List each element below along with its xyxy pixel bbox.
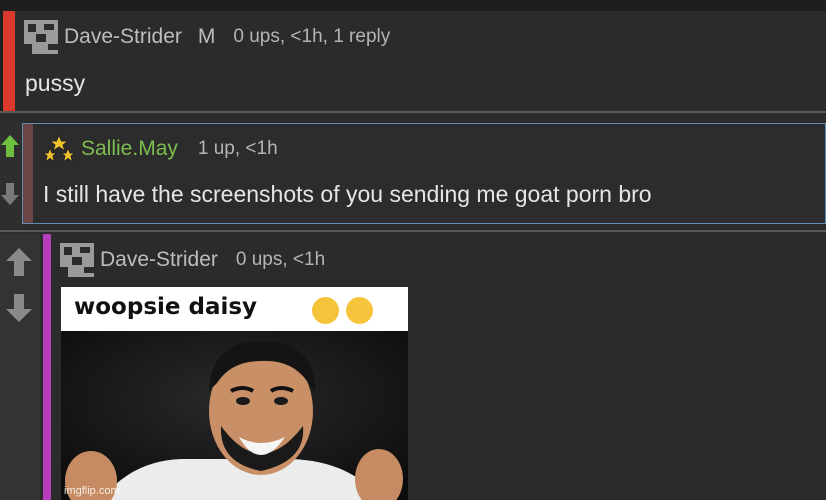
username[interactable]: Dave-Strider	[100, 248, 218, 272]
arrow-down-icon[interactable]	[5, 292, 33, 324]
pixel-avatar-icon[interactable]	[60, 243, 94, 277]
tears-of-joy-emoji-icon	[346, 297, 373, 324]
comment-depth-bar	[3, 11, 15, 111]
meme-caption-bar: woopsie daisy	[61, 287, 408, 331]
comment-depth-bar	[43, 234, 51, 500]
photo-man-smiling	[61, 331, 408, 500]
user-flag: M	[197, 25, 216, 48]
comment-text: I still have the screenshots of you send…	[43, 181, 652, 207]
comment-text: pussy	[25, 70, 86, 96]
username[interactable]: Sallie.May	[81, 137, 178, 161]
meme-image[interactable]: woopsie daisy imgflip.com	[61, 287, 408, 500]
comment-header: Sallie.May 1 up, <1h	[43, 134, 278, 164]
comment-header: Dave-Strider M 0 ups, <1h, 1 reply	[24, 20, 390, 54]
meme-caption: woopsie daisy	[74, 294, 258, 320]
divider	[0, 111, 826, 113]
pixel-avatar-icon[interactable]	[24, 20, 58, 54]
comment-meta: 0 ups, <1h, 1 reply	[233, 26, 391, 47]
top-bar	[0, 0, 826, 11]
username[interactable]: Dave-Strider	[64, 25, 182, 49]
comment-1: Dave-Strider M 0 ups, <1h, 1 reply pussy	[0, 11, 826, 111]
comment-depth-bar	[23, 124, 33, 223]
arrow-down-icon[interactable]	[0, 181, 20, 207]
arrow-up-icon[interactable]	[5, 246, 33, 278]
arrow-up-icon[interactable]	[0, 133, 20, 159]
comment-card: Sallie.May 1 up, <1h I still have the sc…	[22, 123, 826, 224]
stars-rank-icon	[43, 134, 75, 164]
comment-2: Sallie.May 1 up, <1h I still have the sc…	[0, 121, 826, 228]
divider	[0, 230, 826, 232]
comment-header: Dave-Strider 0 ups, <1h	[60, 243, 325, 277]
tears-of-joy-emoji-icon	[312, 297, 339, 324]
comment-meta: 1 up, <1h	[197, 138, 278, 159]
vote-column	[0, 234, 40, 500]
watermark: imgflip.com	[64, 485, 120, 497]
comment-meta: 0 ups, <1h	[235, 249, 326, 270]
vote-column	[0, 121, 22, 228]
